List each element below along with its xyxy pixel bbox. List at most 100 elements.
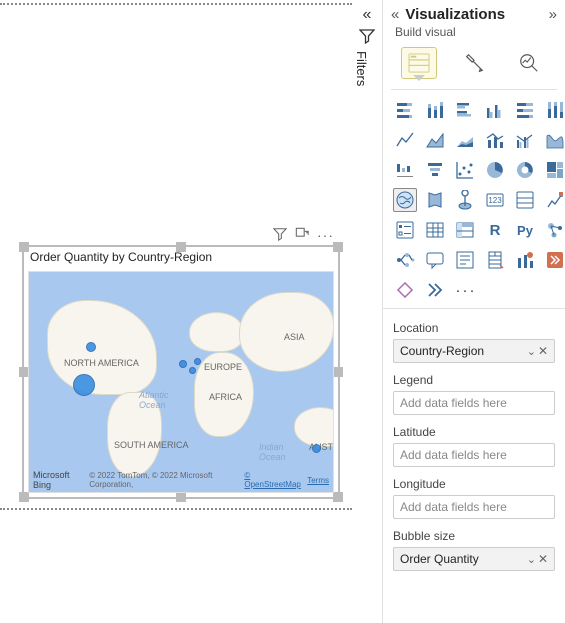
map-attribution: Microsoft Bing © 2022 TomTom, © 2022 Mic… <box>33 470 329 490</box>
bubble-us[interactable] <box>73 374 95 396</box>
map-visual-container[interactable]: ··· Order Quantity by Country-Region NOR… <box>22 245 340 499</box>
focus-mode-icon[interactable] <box>295 227 309 244</box>
viz-type-r-visual[interactable]: R <box>483 218 507 242</box>
resize-handle[interactable] <box>333 367 343 377</box>
label-south-america: SOUTH AMERICA <box>114 440 189 450</box>
field-wells: Location Country-Region ⌄ ✕ Legend Add d… <box>383 308 565 571</box>
tab-analytics[interactable] <box>511 47 547 79</box>
viz-type-decomposition-tree[interactable] <box>393 248 417 272</box>
viz-type-line-clustered-column[interactable] <box>513 128 537 152</box>
viz-type-power-automate[interactable] <box>543 248 565 272</box>
viz-type-qna[interactable] <box>423 248 447 272</box>
viz-type-line[interactable] <box>393 128 417 152</box>
viz-type-stacked-column[interactable] <box>423 98 447 122</box>
viz-type-matrix[interactable] <box>453 218 477 242</box>
filters-funnel-icon <box>354 28 380 47</box>
filter-icon[interactable] <box>273 227 287 244</box>
chevron-down-icon[interactable]: ⌄ <box>527 345 536 358</box>
viz-type-grid: 123 R Py ··· <box>383 96 565 308</box>
viz-type-scatter[interactable] <box>453 158 477 182</box>
tab-build-visual[interactable] <box>401 47 437 79</box>
viz-type-stacked-bar[interactable] <box>393 98 417 122</box>
viz-type-waterfall[interactable] <box>393 158 417 182</box>
longitude-label: Longitude <box>393 477 555 491</box>
viz-type-clustered-column[interactable] <box>483 98 507 122</box>
map-copyright: © 2022 TomTom, © 2022 Microsoft Corporat… <box>89 471 238 489</box>
viz-type-map[interactable] <box>393 188 417 212</box>
viz-type-key-influencers[interactable] <box>543 218 565 242</box>
viz-type-pie[interactable] <box>483 158 507 182</box>
visual-frame[interactable]: Order Quantity by Country-Region NORTH A… <box>22 245 340 499</box>
map-surface[interactable]: NORTH AMERICA SOUTH AMERICA EUROPE AFRIC… <box>28 271 334 493</box>
build-tabs <box>383 43 565 79</box>
viz-type-stacked-area[interactable] <box>453 128 477 152</box>
latitude-label: Latitude <box>393 425 555 439</box>
viz-type-python-visual[interactable]: Py <box>513 218 537 242</box>
longitude-well[interactable]: Add data fields here <box>393 495 555 519</box>
latitude-well[interactable]: Add data fields here <box>393 443 555 467</box>
tab-format-visual[interactable] <box>456 47 492 79</box>
bubble-germany[interactable] <box>194 358 201 365</box>
resize-handle[interactable] <box>19 242 29 252</box>
viz-type-area[interactable] <box>423 128 447 152</box>
legend-well[interactable]: Add data fields here <box>393 391 555 415</box>
viz-type-table[interactable] <box>423 218 447 242</box>
location-value: Country-Region <box>400 344 484 358</box>
svg-text:R: R <box>490 222 501 239</box>
viz-type-smart-narrative[interactable] <box>453 248 477 272</box>
resize-handle[interactable] <box>333 492 343 502</box>
bubble-size-label: Bubble size <box>393 529 555 543</box>
terms-link[interactable]: Terms <box>307 476 329 485</box>
location-well[interactable]: Country-Region ⌄ ✕ <box>393 339 555 363</box>
bing-logo: Microsoft Bing <box>33 470 83 490</box>
pane-title: Visualizations <box>405 6 548 23</box>
more-options-icon[interactable]: ··· <box>317 227 334 244</box>
viz-type-clustered-bar[interactable] <box>453 98 477 122</box>
viz-type-paginated-report[interactable] <box>483 248 507 272</box>
viz-type-funnel[interactable] <box>423 158 447 182</box>
chevron-left-icon[interactable]: « <box>391 6 399 23</box>
viz-type-donut[interactable] <box>513 158 537 182</box>
chevron-down-icon[interactable]: ⌄ <box>527 553 536 566</box>
resize-handle[interactable] <box>176 242 186 252</box>
longitude-placeholder: Add data fields here <box>400 500 507 514</box>
bubble-france[interactable] <box>189 367 196 374</box>
bubble-canada[interactable] <box>86 342 96 352</box>
report-canvas[interactable]: ··· Order Quantity by Country-Region NOR… <box>0 0 352 623</box>
svg-text:Py: Py <box>517 223 534 238</box>
viz-type-multi-row-card[interactable] <box>513 188 537 212</box>
viz-type-arcgis[interactable] <box>453 188 477 212</box>
filters-pane-collapsed[interactable]: « Filters <box>354 6 380 86</box>
resize-handle[interactable] <box>333 242 343 252</box>
bubble-australia[interactable] <box>312 444 321 453</box>
legend-label: Legend <box>393 373 555 387</box>
chevron-left-icon[interactable]: « <box>354 6 380 24</box>
divider <box>391 89 557 90</box>
resize-handle[interactable] <box>176 492 186 502</box>
canvas-edge-top <box>0 3 352 5</box>
viz-type-filled-map[interactable] <box>423 188 447 212</box>
viz-type-100-stacked-bar[interactable] <box>513 98 537 122</box>
viz-type-apps[interactable] <box>393 278 417 302</box>
bubble-size-well[interactable]: Order Quantity ⌄ ✕ <box>393 547 555 571</box>
viz-type-kpi[interactable] <box>543 188 565 212</box>
remove-field-icon[interactable]: ✕ <box>538 552 548 566</box>
bubble-uk[interactable] <box>179 360 187 368</box>
viz-type-ribbon[interactable] <box>543 128 565 152</box>
viz-type-card[interactable]: 123 <box>483 188 507 212</box>
more-visuals-icon[interactable]: ··· <box>453 278 477 302</box>
chevron-right-icon[interactable]: » <box>549 6 557 23</box>
resize-handle[interactable] <box>19 492 29 502</box>
remove-field-icon[interactable]: ✕ <box>538 344 548 358</box>
viz-type-more-arrow[interactable] <box>423 278 447 302</box>
label-indian: Indian Ocean <box>259 442 286 462</box>
viz-type-line-stacked-column[interactable] <box>483 128 507 152</box>
label-africa: AFRICA <box>209 392 242 402</box>
viz-type-treemap[interactable] <box>543 158 565 182</box>
latitude-placeholder: Add data fields here <box>400 448 507 462</box>
svg-text:123: 123 <box>488 196 502 205</box>
viz-type-power-apps[interactable] <box>513 248 537 272</box>
viz-type-100-stacked-column[interactable] <box>543 98 565 122</box>
osm-link[interactable]: © OpenStreetMap <box>244 471 301 489</box>
viz-type-slicer[interactable] <box>393 218 417 242</box>
